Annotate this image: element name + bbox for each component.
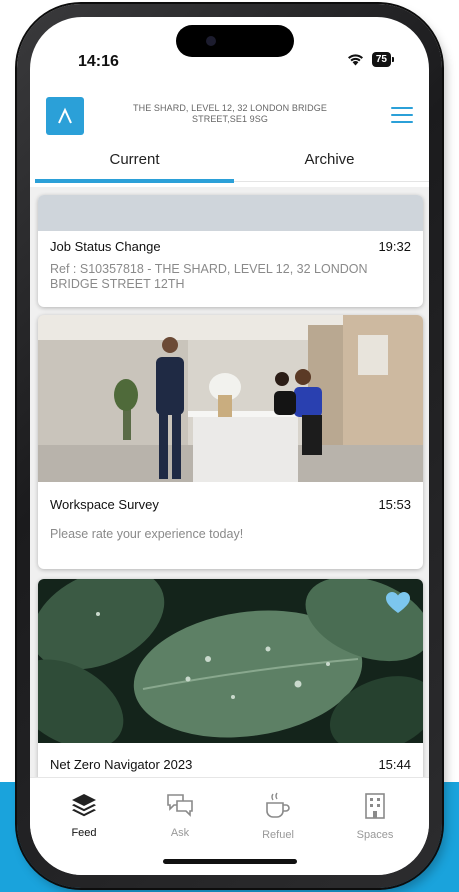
nav-refuel-label: Refuel <box>262 829 294 841</box>
building-icon <box>365 793 385 819</box>
nav-ask[interactable]: Ask <box>140 792 220 839</box>
card-time: 15:53 <box>378 497 411 512</box>
layers-icon <box>72 794 96 817</box>
feed-card-net-zero[interactable]: Net Zero Navigator 2023 15:44 <box>38 579 423 777</box>
card-banner <box>38 195 423 231</box>
card-time: 19:32 <box>378 239 411 254</box>
nav-spaces[interactable]: Spaces <box>335 792 415 841</box>
battery-icon: 75 <box>371 52 395 67</box>
phone-screen: 14:16 75 THE SHARD, LEVEL 12, 32 LONDON … <box>30 17 429 875</box>
office-reception-photo <box>38 315 423 482</box>
card-title: Job Status Change <box>50 239 161 254</box>
heart-icon[interactable] <box>385 591 411 615</box>
chevron-up-icon <box>58 107 72 124</box>
feed-card-workspace-survey[interactable]: Workspace Survey 15:53 Please rate your … <box>38 315 423 569</box>
camera-icon <box>206 36 216 46</box>
nav-feed-label: Feed <box>71 827 97 839</box>
home-indicator[interactable] <box>163 859 297 864</box>
card-time: 15:44 <box>378 757 411 772</box>
leaves-with-water-droplets-photo <box>38 579 423 743</box>
feed-card-job-status[interactable]: Job Status Change 19:32 Ref : S10357818 … <box>38 195 423 307</box>
address-line-2: STREET,SE1 9SG <box>192 114 268 124</box>
wifi-icon <box>347 54 363 66</box>
tab-current[interactable]: Current <box>35 147 234 183</box>
coffee-cup-icon <box>266 792 290 818</box>
nav-spaces-label: Spaces <box>356 829 394 841</box>
status-time: 14:16 <box>78 53 119 70</box>
hamburger-menu-icon[interactable] <box>391 107 413 125</box>
feed-list[interactable]: Job Status Change 19:32 Ref : S10357818 … <box>30 187 429 777</box>
site-address[interactable]: THE SHARD, LEVEL 12, 32 LONDON BRIDGE ST… <box>110 103 350 125</box>
dynamic-island <box>176 25 294 57</box>
address-line-1: THE SHARD, LEVEL 12, 32 LONDON BRIDGE <box>133 103 327 113</box>
feed-tabs: Current Archive <box>30 147 429 187</box>
card-title: Net Zero Navigator 2023 <box>50 757 193 772</box>
chevron-up-logo[interactable] <box>46 97 84 135</box>
chat-bubbles-icon <box>167 794 193 817</box>
status-icons: 75 <box>347 52 395 67</box>
stage: 14:16 75 THE SHARD, LEVEL 12, 32 LONDON … <box>0 0 459 892</box>
card-subtitle: Ref : S10357818 - THE SHARD, LEVEL 12, 3… <box>50 262 368 291</box>
card-title: Workspace Survey <box>50 497 159 512</box>
active-tab-indicator <box>35 179 234 183</box>
app-header: THE SHARD, LEVEL 12, 32 LONDON BRIDGE ST… <box>30 87 429 147</box>
tab-archive[interactable]: Archive <box>230 147 429 183</box>
phone-frame: 14:16 75 THE SHARD, LEVEL 12, 32 LONDON … <box>17 4 442 888</box>
nav-ask-label: Ask <box>170 827 190 839</box>
nav-feed[interactable]: Feed <box>44 792 124 839</box>
nav-refuel[interactable]: Refuel <box>238 792 318 841</box>
card-subtitle: Please rate your experience today! <box>50 527 244 541</box>
